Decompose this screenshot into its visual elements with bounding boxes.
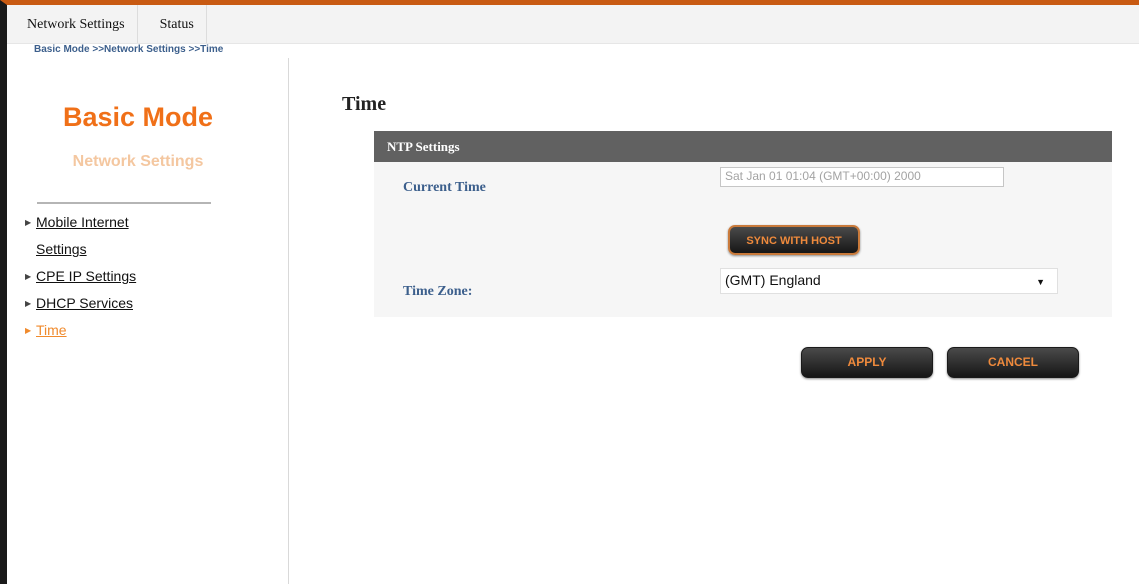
sidebar-item-label[interactable]: Mobile Internet xyxy=(36,209,136,236)
sidebar-item-cpe-ip-settings[interactable]: ▶ CPE IP Settings xyxy=(25,263,136,290)
sidebar-item-label[interactable]: DHCP Services xyxy=(36,295,133,311)
sync-with-host-button[interactable]: SYNC WITH HOST xyxy=(728,225,860,255)
top-navigation: Network Settings Status xyxy=(7,5,1139,44)
breadcrumb: Basic Mode >>Network Settings >>Time xyxy=(34,44,224,55)
sidebar-item-time[interactable]: ▶ Time xyxy=(25,317,136,344)
sidebar-item-dhcp-services[interactable]: ▶ DHCP Services xyxy=(25,290,136,317)
arrow-right-icon: ▶ xyxy=(25,326,32,335)
tab-network-settings[interactable]: Network Settings xyxy=(7,5,138,43)
page-title: Time xyxy=(342,93,387,115)
apply-button[interactable]: APPLY xyxy=(801,347,933,378)
tab-status[interactable]: Status xyxy=(138,5,207,43)
sidebar-item-mobile-internet-settings[interactable]: ▶ Mobile Internet Settings xyxy=(25,209,136,263)
arrow-right-icon: ▶ xyxy=(25,218,32,227)
sidebar-title: Basic Mode xyxy=(62,102,214,132)
sidebar: Basic Mode Network Settings ▶ Mobile Int… xyxy=(7,58,289,584)
sidebar-menu: ▶ Mobile Internet Settings ▶ CPE IP Sett… xyxy=(25,209,136,344)
sidebar-item-label[interactable]: Time xyxy=(36,322,67,338)
sidebar-subtitle: Network Settings xyxy=(72,153,204,170)
panel-header: NTP Settings xyxy=(374,131,1112,162)
arrow-right-icon: ▶ xyxy=(25,299,32,308)
chevron-down-icon: ▼ xyxy=(1036,277,1045,287)
ntp-settings-panel: NTP Settings Current Time Sat Jan 01 01:… xyxy=(374,131,1112,317)
sidebar-divider xyxy=(37,202,211,204)
time-zone-select[interactable]: (GMT) England ▼ xyxy=(720,268,1058,294)
sidebar-item-label[interactable]: CPE IP Settings xyxy=(36,268,136,284)
sidebar-item-label[interactable]: Settings xyxy=(36,236,136,263)
cancel-button[interactable]: CANCEL xyxy=(947,347,1079,378)
nav-tabs: Network Settings Status xyxy=(7,5,207,43)
time-zone-label: Time Zone: xyxy=(403,284,473,299)
time-zone-value: (GMT) England xyxy=(725,272,821,288)
current-time-field[interactable]: Sat Jan 01 01:04 (GMT+00:00) 2000 xyxy=(720,167,1004,187)
current-time-label: Current Time xyxy=(403,180,486,195)
arrow-right-icon: ▶ xyxy=(25,272,32,281)
